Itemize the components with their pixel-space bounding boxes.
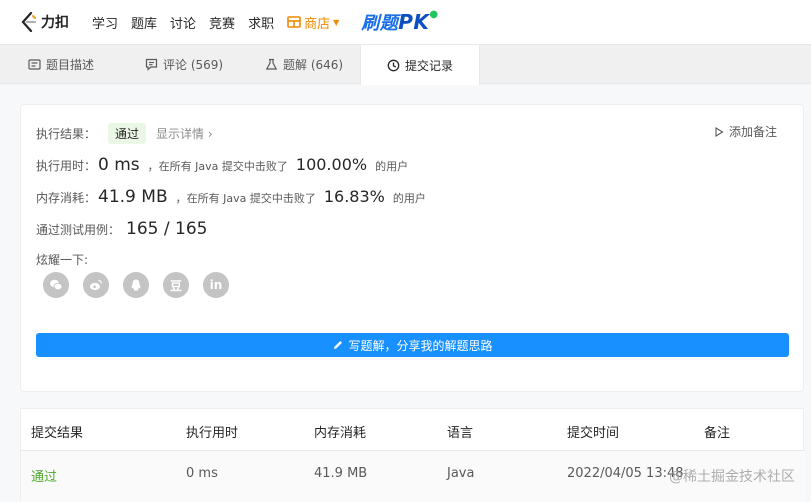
leetcode-logo[interactable]: 力扣 [20, 12, 69, 32]
runtime-suffix: 的用户 [375, 158, 408, 174]
tab-description[interactable]: 题目描述 [28, 45, 94, 84]
row-memory: 41.9 MB [314, 466, 367, 481]
add-note-label: 添加备注 [729, 123, 777, 140]
memory-suffix: 的用户 [393, 190, 426, 206]
tab-description-label: 题目描述 [46, 56, 94, 73]
memory-label: 内存消耗： [36, 189, 96, 206]
share-linkedin-button[interactable]: in [203, 272, 229, 298]
write-solution-label: 写题解，分享我的解题思路 [348, 337, 492, 354]
wechat-icon [49, 278, 63, 292]
description-icon [28, 58, 41, 71]
show-details-link[interactable]: 显示详情 › [156, 125, 213, 142]
nav-item-jobs[interactable]: 求职 [248, 13, 274, 32]
qq-icon [129, 278, 143, 292]
row-runtime: 0 ms [186, 466, 218, 481]
table-header: 提交结果 执行用时 内存消耗 语言 提交时间 备注 [21, 409, 805, 451]
submission-result-card: 执行结果： 通过 显示详情 › 添加备注 执行用时： 0 ms ，在所有 Jav… [20, 104, 804, 392]
watermark: @稀土掘金技术社区 [669, 466, 795, 486]
memory-value: 41.9 MB [98, 187, 168, 207]
testcases-row: 通过测试用例： 165 / 165 [36, 219, 215, 239]
weibo-icon [89, 278, 103, 292]
share-label-row: 炫耀一下: [36, 251, 88, 268]
pk-logo[interactable]: 刷题PK● [361, 9, 438, 35]
logo-text: 力扣 [41, 12, 69, 32]
nav-item-learn[interactable]: 学习 [92, 13, 118, 32]
tab-submissions-label: 提交记录 [405, 57, 453, 74]
share-qq-button[interactable] [123, 272, 149, 298]
status-label: 执行结果： [36, 125, 96, 142]
runtime-row: 执行用时： 0 ms ，在所有 Java 提交中击败了 100.00% 的用户 [36, 155, 408, 175]
nav-item-discuss[interactable]: 讨论 [170, 13, 196, 32]
pk-sparkle-icon: ● [429, 9, 438, 20]
share-douban-button[interactable]: 豆 [163, 272, 189, 298]
write-solution-button[interactable]: 写题解，分享我的解题思路 [36, 333, 789, 357]
problem-tabs: 题目描述 评论 (569) 题解 (646) 提交记录 [0, 44, 811, 84]
share-buttons: 豆 in [43, 272, 243, 298]
header-runtime: 执行用时 [186, 422, 238, 441]
header-memory: 内存消耗 [314, 422, 366, 441]
runtime-label: 执行用时： [36, 157, 96, 174]
memory-row: 内存消耗： 41.9 MB ，在所有 Java 提交中击败了 16.83% 的用… [36, 187, 426, 207]
pk-logo-suffix: PK [398, 10, 429, 34]
memory-prefix: ，在所有 Java 提交中击败了 [176, 190, 316, 206]
row-result[interactable]: 通过 [31, 466, 57, 485]
pk-logo-text: 刷题 [361, 13, 398, 34]
tab-solutions-label: 题解 (646) [283, 56, 343, 73]
status-badge: 通过 [108, 123, 146, 144]
nav-item-shop[interactable]: 商店 ▼ [287, 13, 339, 32]
row-time: 2022/04/05 13:48 [567, 466, 684, 481]
testcases-label: 通过测试用例： [36, 221, 120, 238]
header-time: 提交时间 [567, 422, 619, 441]
memory-percentile: 16.83% [324, 187, 385, 206]
pencil-icon [332, 339, 344, 351]
share-label: 炫耀一下: [36, 251, 88, 268]
nav-item-contest[interactable]: 竞赛 [209, 13, 235, 32]
shop-icon [287, 16, 301, 28]
tab-submissions[interactable]: 提交记录 [360, 45, 480, 85]
header-result: 提交结果 [31, 422, 83, 441]
runtime-prefix: ，在所有 Java 提交中击败了 [148, 158, 288, 174]
linkedin-icon: in [210, 278, 223, 292]
tab-comments-label: 评论 (569) [163, 56, 223, 73]
status-row: 执行结果： 通过 显示详情 › [36, 123, 213, 144]
chevron-down-icon: ▼ [333, 18, 339, 27]
header-note: 备注 [704, 422, 730, 441]
testcases-value: 165 / 165 [126, 219, 207, 239]
comment-icon [145, 58, 158, 71]
share-wechat-button[interactable] [43, 272, 69, 298]
top-nav: 力扣 学习 题库 讨论 竞赛 求职 商店 ▼ 刷题PK● [0, 0, 811, 44]
submissions-table: 提交结果 执行用时 内存消耗 语言 提交时间 备注 通过 0 ms 41.9 M… [20, 408, 804, 501]
flask-icon [265, 58, 278, 71]
share-weibo-button[interactable] [83, 272, 109, 298]
douban-icon: 豆 [170, 277, 182, 294]
runtime-percentile: 100.00% [296, 155, 367, 174]
tab-comments[interactable]: 评论 (569) [145, 45, 223, 84]
leetcode-logo-icon [20, 12, 38, 32]
runtime-value: 0 ms [98, 155, 140, 175]
nav-item-problems[interactable]: 题库 [131, 13, 157, 32]
add-note-button[interactable]: 添加备注 [714, 123, 777, 140]
header-language: 语言 [447, 422, 473, 441]
play-icon [714, 127, 724, 137]
tab-solutions[interactable]: 题解 (646) [265, 45, 343, 84]
clock-icon [387, 59, 400, 72]
row-language: Java [447, 466, 474, 481]
shop-label: 商店 [304, 13, 330, 32]
